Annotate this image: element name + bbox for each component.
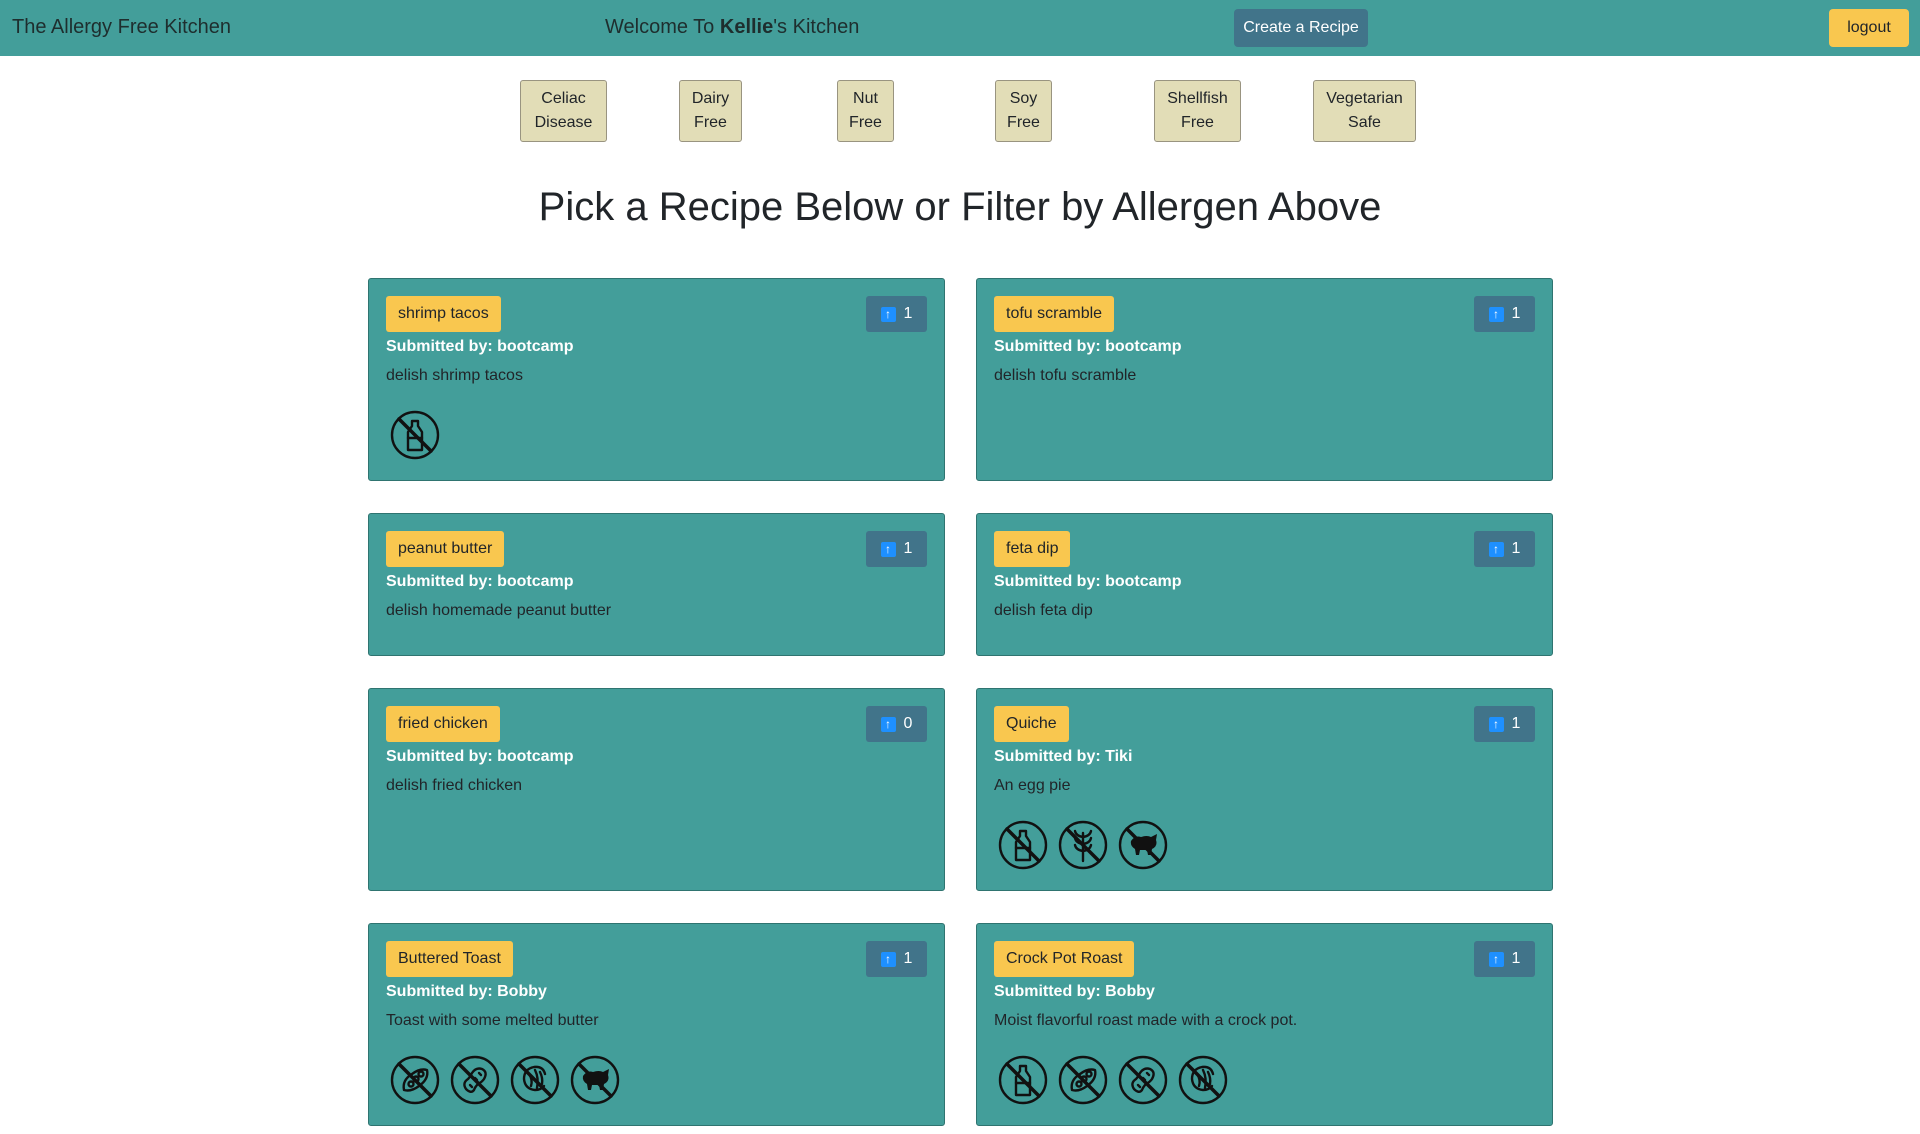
upvote-button[interactable]: ↑ 1	[1474, 531, 1535, 567]
allergen-icons	[389, 409, 441, 461]
recipe-description: delish homemade peanut butter	[386, 602, 612, 619]
filter-label-line2: Safe	[1348, 114, 1381, 131]
upvote-button[interactable]: ↑ 1	[1474, 296, 1535, 332]
logout-button[interactable]: logout	[1829, 9, 1909, 47]
vote-count: 1	[1511, 305, 1521, 322]
welcome-prefix: Welcome To	[605, 16, 720, 38]
filter-label-line1: Nut	[853, 90, 878, 107]
recipe-title[interactable]: feta dip	[994, 531, 1071, 567]
filter-label-line2: Free	[849, 114, 882, 131]
allergen-icons	[997, 819, 1169, 871]
upvote-arrow-icon: ↑	[1488, 716, 1504, 732]
no-shellfish-icon	[1178, 1055, 1228, 1105]
filter-shellfish-button[interactable]: Shellfish Free	[1154, 80, 1241, 142]
filter-label-line1: Celiac	[541, 90, 586, 107]
recipe-card[interactable]: feta dip ↑ 1 Submitted by: bootcamp delis…	[976, 513, 1553, 656]
recipe-card[interactable]: shrimp tacos ↑ 1 Submitted by: bootcamp d…	[368, 278, 945, 481]
allergen-icons	[997, 1054, 1229, 1106]
no-dairy-icon	[998, 1055, 1048, 1105]
upvote-arrow-icon: ↑	[880, 951, 896, 967]
upvote-button[interactable]: ↑ 1	[1474, 706, 1535, 742]
no-peanut-icon	[450, 1055, 500, 1105]
no-meat-icon	[1118, 820, 1168, 870]
recipe-description: delish shrimp tacos	[386, 367, 523, 384]
no-meat-icon	[570, 1055, 620, 1105]
vote-count: 1	[1511, 715, 1521, 732]
filter-celiac-button[interactable]: Celiac Disease	[520, 80, 607, 142]
recipe-card[interactable]: tofu scramble ↑ 1 Submitted by: bootcamp …	[976, 278, 1553, 481]
recipe-title[interactable]: peanut butter	[386, 531, 505, 567]
vote-count: 1	[903, 950, 913, 967]
filter-label-line2: Disease	[534, 114, 593, 131]
upvote-button[interactable]: ↑ 1	[866, 941, 927, 977]
recipe-author: Submitted by: Tiki	[994, 748, 1133, 765]
upvote-arrow-icon: ↑	[880, 541, 896, 557]
recipe-title[interactable]: Crock Pot Roast	[994, 941, 1135, 977]
no-gluten-icon	[1058, 820, 1108, 870]
filter-label-line2: Free	[694, 114, 727, 131]
filter-nut-button[interactable]: Nut Free	[837, 80, 894, 142]
recipe-title[interactable]: fried chicken	[386, 706, 500, 742]
upvote-arrow-icon: ↑	[1488, 306, 1504, 322]
filter-label-line2: Free	[1181, 114, 1214, 131]
filter-label-line1: Shellfish	[1167, 90, 1228, 107]
upvote-button[interactable]: ↑ 1	[1474, 941, 1535, 977]
welcome-user-name: Kellie	[719, 16, 774, 38]
no-dairy-icon	[998, 820, 1048, 870]
recipe-title[interactable]: Buttered Toast	[386, 941, 513, 977]
recipe-author: Submitted by: bootcamp	[994, 338, 1182, 355]
recipe-description: delish fried chicken	[386, 777, 523, 794]
recipe-card[interactable]: Crock Pot Roast ↑ 1 Submitted by: Bobby M…	[976, 923, 1553, 1126]
recipe-card[interactable]: Quiche ↑ 1 Submitted by: Tiki An egg pie	[976, 688, 1553, 891]
recipe-card[interactable]: fried chicken ↑ 0 Submitted by: bootcamp …	[368, 688, 945, 891]
recipe-author: Submitted by: Bobby	[386, 983, 547, 1000]
upvote-arrow-icon: ↑	[880, 716, 896, 732]
upvote-button[interactable]: ↑ 0	[866, 706, 927, 742]
recipe-description: delish tofu scramble	[994, 367, 1137, 384]
recipe-author: Submitted by: bootcamp	[386, 338, 574, 355]
filter-label-line1: Soy	[1009, 90, 1038, 107]
filter-label-line1: Vegetarian	[1326, 90, 1403, 107]
page-heading: Pick a Recipe Below or Filter by Allerge…	[538, 185, 1382, 229]
recipe-card[interactable]: peanut butter ↑ 1 Submitted by: bootcamp …	[368, 513, 945, 656]
upvote-arrow-icon: ↑	[880, 306, 896, 322]
filter-vegetarian-button[interactable]: Vegetarian Safe	[1313, 80, 1416, 142]
navbar: The Allergy Free Kitchen Welcome To Kell…	[0, 0, 1920, 56]
welcome-suffix: 's Kitchen	[773, 16, 860, 38]
upvote-button[interactable]: ↑ 1	[866, 531, 927, 567]
vote-count: 1	[903, 305, 913, 322]
recipe-title[interactable]: tofu scramble	[994, 296, 1115, 332]
no-peanut-icon	[1118, 1055, 1168, 1105]
filter-dairy-button[interactable]: Dairy Free	[679, 80, 742, 142]
create-recipe-button[interactable]: Create a Recipe	[1234, 9, 1368, 47]
allergen-icons	[389, 1054, 621, 1106]
recipe-card[interactable]: Buttered Toast ↑ 1 Submitted by: Bobby To…	[368, 923, 945, 1126]
no-soy-icon	[390, 1055, 440, 1105]
recipe-description: Toast with some melted butter	[386, 1012, 599, 1029]
upvote-button[interactable]: ↑ 1	[866, 296, 927, 332]
filter-soy-button[interactable]: Soy Free	[995, 80, 1052, 142]
recipe-author: Submitted by: bootcamp	[994, 573, 1182, 590]
filter-label-line2: Free	[1007, 114, 1040, 131]
vote-count: 1	[1511, 950, 1521, 967]
vote-count: 1	[903, 540, 913, 557]
recipe-title[interactable]: Quiche	[994, 706, 1069, 742]
upvote-arrow-icon: ↑	[1488, 951, 1504, 967]
no-soy-icon	[1058, 1055, 1108, 1105]
brand-link[interactable]: The Allergy Free Kitchen	[12, 16, 231, 39]
recipe-description: Moist flavorful roast made with a crock …	[994, 1012, 1298, 1029]
recipe-author: Submitted by: bootcamp	[386, 573, 574, 590]
welcome-message: Welcome To Kellie's Kitchen	[605, 16, 859, 39]
filter-label-line1: Dairy	[691, 90, 730, 107]
recipe-author: Submitted by: Bobby	[994, 983, 1155, 1000]
vote-count: 1	[1511, 540, 1521, 557]
no-shellfish-icon	[510, 1055, 560, 1105]
recipe-description: An egg pie	[994, 777, 1071, 794]
upvote-arrow-icon: ↑	[1488, 541, 1504, 557]
vote-count: 0	[903, 715, 913, 732]
recipe-title[interactable]: shrimp tacos	[386, 296, 501, 332]
no-dairy-icon	[390, 410, 440, 460]
recipe-author: Submitted by: bootcamp	[386, 748, 574, 765]
recipe-description: delish feta dip	[994, 602, 1093, 619]
